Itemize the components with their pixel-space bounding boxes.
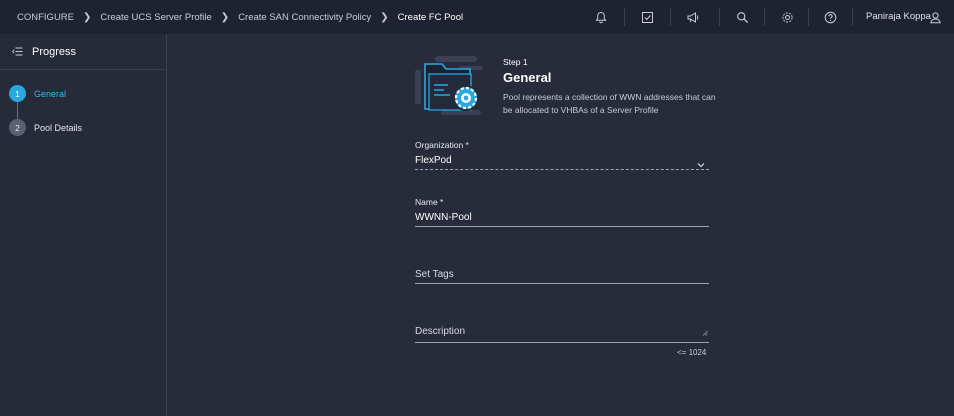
progress-header: Progress xyxy=(0,34,166,70)
step-label: Step 1 xyxy=(503,57,528,67)
step-label: General xyxy=(34,88,67,99)
character-counter: <= 1024 xyxy=(677,348,707,357)
help-icon[interactable] xyxy=(822,9,838,25)
field-underline xyxy=(415,226,709,227)
chevron-down-icon[interactable] xyxy=(697,155,705,173)
divider xyxy=(852,8,853,26)
search-icon[interactable] xyxy=(734,9,750,25)
step-connector xyxy=(17,102,18,119)
name-label: Name * xyxy=(415,197,444,207)
organization-label: Organization * xyxy=(415,140,469,150)
step-number: 1 xyxy=(9,85,26,102)
step-general[interactable]: 1 General xyxy=(9,85,166,102)
divider xyxy=(624,8,625,26)
top-bar: CONFIGURE ❯ Create UCS Server Profile ❯ … xyxy=(0,0,954,34)
divider xyxy=(808,8,809,26)
divider xyxy=(719,8,720,26)
organization-select[interactable]: FlexPod xyxy=(415,155,709,168)
step-description: Pool represents a collection of WWN addr… xyxy=(503,92,716,115)
field-underline xyxy=(415,283,709,284)
description-textarea[interactable]: Description xyxy=(415,326,709,337)
user-name[interactable]: Paniraja Koppa xyxy=(866,11,931,22)
progress-steps: 1 General 2 Pool Details xyxy=(0,70,166,136)
field-underline xyxy=(415,169,709,170)
step-number: 2 xyxy=(9,119,26,136)
page-title: General xyxy=(503,70,552,85)
divider xyxy=(764,8,765,26)
name-field[interactable]: Name * WWNN-Pool xyxy=(415,197,709,227)
field-underline xyxy=(415,342,709,343)
megaphone-icon[interactable] xyxy=(685,9,701,25)
pool-folder-gear-illustration xyxy=(415,52,489,118)
gear-icon[interactable] xyxy=(779,9,795,25)
progress-title: Progress xyxy=(32,45,77,58)
task-check-icon[interactable] xyxy=(639,9,655,25)
user-icon[interactable] xyxy=(927,9,943,25)
step-label: Pool Details xyxy=(34,122,83,133)
description-field[interactable]: Description xyxy=(415,326,709,343)
bell-icon[interactable] xyxy=(593,9,609,25)
collapse-menu-icon[interactable] xyxy=(11,43,23,61)
divider xyxy=(670,8,671,26)
tags-input[interactable]: Set Tags xyxy=(415,269,709,280)
organization-field[interactable]: Organization * FlexPod xyxy=(415,140,709,170)
topbar-icons: Paniraja Koppa xyxy=(0,0,954,34)
progress-sidebar: Progress 1 General 2 Pool Details xyxy=(0,34,167,416)
step-info: Step 1 General Pool represents a collect… xyxy=(503,57,723,116)
resize-handle-icon[interactable] xyxy=(702,323,708,341)
tags-field[interactable]: Set Tags xyxy=(415,269,709,284)
step-pool-details[interactable]: 2 Pool Details xyxy=(9,119,166,136)
name-input[interactable]: WWNN-Pool xyxy=(415,212,709,225)
